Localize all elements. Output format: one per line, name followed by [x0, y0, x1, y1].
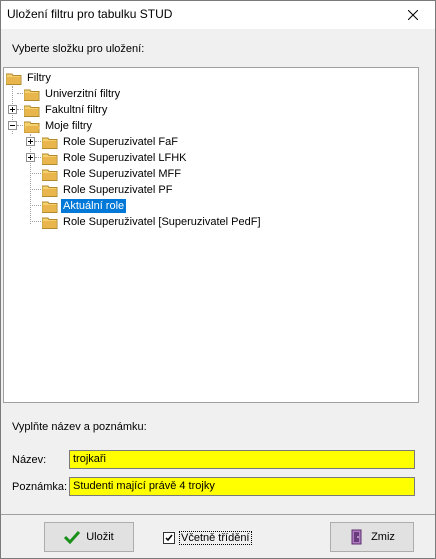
tree-item-role-faf[interactable]: Role Superuzivatel FaF [41, 134, 180, 150]
divider [1, 514, 435, 515]
folder-tree[interactable]: Filtry Univerzitní filtry Fakultní filtr… [3, 67, 419, 403]
tree-item-role-lfhk[interactable]: Role Superuzivatel LFHK [41, 150, 189, 166]
checkbox-label: Včetně třídění [179, 531, 252, 545]
tree-item-role-mff[interactable]: Role Superuzivatel MFF [41, 166, 183, 182]
name-prompt: Vyplňte název a poznámku: [12, 421, 147, 433]
tree-item-label: Role Superuzivatel MFF [63, 168, 181, 180]
cancel-button[interactable]: Zmiz [330, 522, 414, 552]
cancel-label: Zmiz [371, 531, 395, 543]
folder-icon [41, 184, 58, 197]
tree-item-moje[interactable]: Moje filtry [23, 118, 94, 134]
folder-icon [5, 72, 22, 85]
tree-item-label: Aktuální role [61, 199, 127, 213]
include-sorting-checkbox[interactable]: Včetně třídění [163, 531, 252, 545]
note-label: Poznámka: [12, 481, 68, 493]
tree-item-label: Role Superuzivatel FaF [63, 136, 178, 148]
save-button[interactable]: Uložit [44, 522, 134, 552]
tree-item-root[interactable]: Filtry [5, 70, 53, 86]
folder-icon [41, 216, 58, 229]
folder-prompt: Vyberte složku pro uložení: [12, 43, 145, 55]
tree-item-aktualni-role[interactable]: Aktuální role [41, 198, 127, 214]
checkbox-box[interactable] [163, 532, 175, 544]
tree-item-fakultni[interactable]: Fakultní filtry [23, 102, 109, 118]
folder-icon [41, 168, 58, 181]
close-icon [408, 10, 418, 20]
tree-item-label: Filtry [27, 72, 51, 84]
save-label: Uložit [86, 531, 114, 543]
tree-item-label: Role Superuzivatel PF [63, 184, 173, 196]
tree-item-label: Fakultní filtry [45, 104, 108, 116]
expand-lfhk[interactable] [26, 153, 35, 162]
close-button[interactable] [391, 1, 435, 29]
window-title: Uložení filtru pro tabulku STUD [7, 7, 173, 21]
tree-item-role-pedf[interactable]: Role Superuživatel [Superuzivatel PedF] [41, 214, 263, 230]
check-icon [165, 534, 173, 542]
name-field[interactable]: trojkaři [69, 450, 415, 469]
folder-open-icon [23, 120, 40, 133]
exit-door-icon [351, 529, 362, 545]
collapse-moje[interactable] [8, 121, 17, 130]
tree-item-label: Moje filtry [45, 120, 93, 132]
folder-icon [41, 136, 58, 149]
folder-icon [41, 152, 58, 165]
folder-icon [23, 88, 40, 101]
tree-item-label: Univerzitní filtry [45, 88, 121, 100]
tree-item-univerzitni[interactable]: Univerzitní filtry [23, 86, 122, 102]
tree-item-role-pf[interactable]: Role Superuzivatel PF [41, 182, 174, 198]
tree-item-label: Role Superuživatel [Superuzivatel PedF] [63, 216, 261, 228]
tree-item-label: Role Superuzivatel LFHK [63, 152, 187, 164]
expand-fakultni[interactable] [8, 105, 17, 114]
dialog-window: Uložení filtru pro tabulku STUD Vyberte … [0, 0, 436, 559]
folder-icon [41, 200, 58, 213]
checkmark-icon [64, 530, 81, 544]
name-label: Název: [12, 454, 47, 466]
title-bar: Uložení filtru pro tabulku STUD [1, 1, 435, 29]
expand-faf[interactable] [26, 137, 35, 146]
folder-icon [23, 104, 40, 117]
note-field[interactable]: Studenti mající právě 4 trojky [69, 477, 415, 496]
